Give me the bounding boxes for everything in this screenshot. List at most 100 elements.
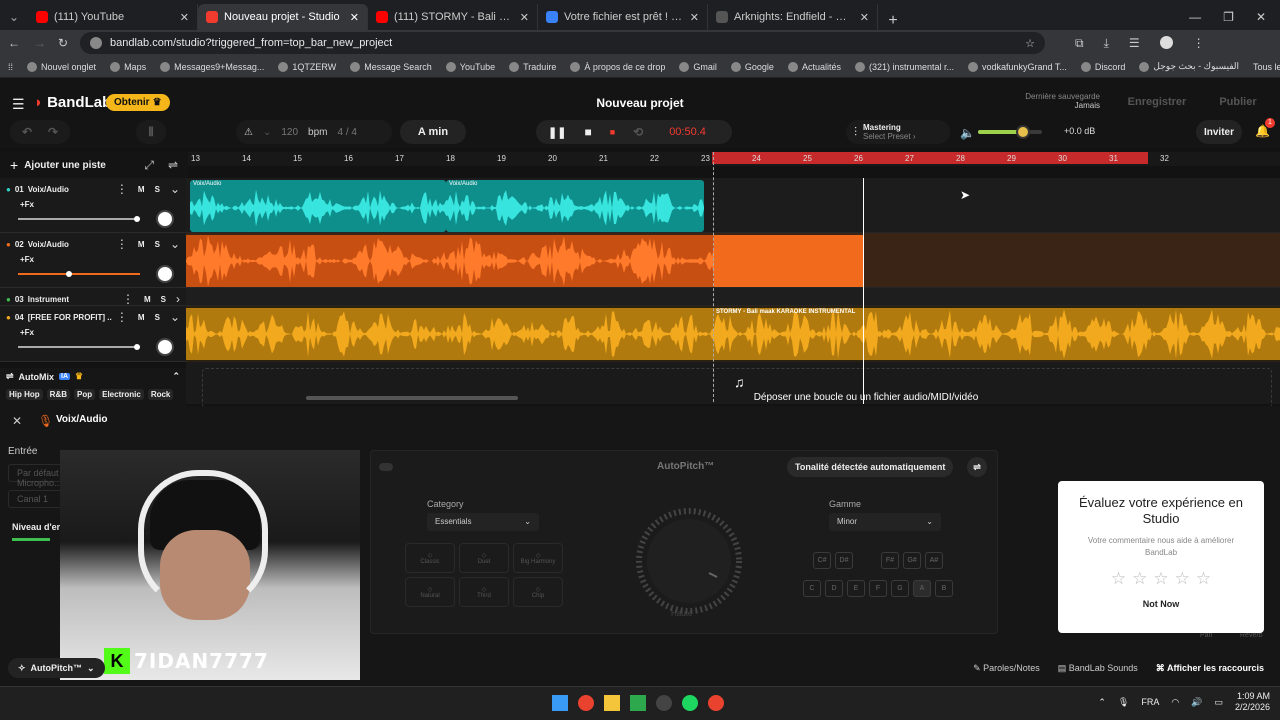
all-bookmarks-link[interactable]: Tous les favris — [1253, 62, 1280, 72]
tab-list-icon[interactable]: ⌄ — [0, 4, 28, 30]
mute-button[interactable]: M — [138, 313, 145, 322]
tab-close-icon[interactable]: ✕ — [520, 11, 529, 24]
track-name[interactable]: Voix/Audio — [28, 240, 112, 249]
back-icon[interactable]: ← — [8, 36, 20, 50]
site-info-icon[interactable] — [90, 37, 102, 49]
genre-chip[interactable]: Rock — [147, 389, 174, 400]
star-bookmark-icon[interactable]: ☆ — [1025, 37, 1035, 50]
media-icon[interactable]: ☰ — [1129, 36, 1140, 51]
tab-close-icon[interactable]: ✕ — [180, 11, 189, 24]
time-signature[interactable]: 4 / 4 — [338, 127, 357, 138]
solo-button[interactable]: S — [161, 295, 166, 304]
track-name[interactable]: Voix/Audio — [28, 185, 112, 194]
category-preset[interactable]: ◇ Natural — [405, 577, 455, 607]
fx-button[interactable]: +Fx — [0, 200, 186, 209]
solo-button[interactable]: S — [155, 313, 160, 322]
lyrics-button[interactable]: ✎ Paroles/Notes — [973, 663, 1040, 674]
track-menu-icon[interactable]: ⋮ — [116, 237, 128, 251]
expand-icon[interactable]: ⌄ — [170, 237, 180, 251]
genre-chip[interactable]: Pop — [74, 389, 96, 400]
track-header[interactable]: ● 01 Voix/Audio ⋮ M S ⌄ +Fx — [0, 178, 186, 233]
browser-tab[interactable]: Votre fichier est prêt ! - noTube ✕ — [538, 4, 708, 30]
bookmark-item[interactable]: Discord — [1080, 61, 1125, 72]
track-menu-icon[interactable]: ⋮ — [116, 310, 128, 324]
pitch-knob[interactable] — [633, 505, 745, 617]
category-preset[interactable]: ◇ Duet — [459, 543, 509, 573]
track-volume-slider[interactable] — [18, 216, 140, 222]
bookmark-item[interactable]: vodkafunkyGrand T... — [968, 61, 1067, 72]
scale-select[interactable]: Minor ⌄ — [829, 513, 941, 531]
close-icon[interactable]: ✕ — [1256, 10, 1266, 24]
recording-clip[interactable] — [714, 235, 864, 287]
expand-icon[interactable]: ⌄ — [170, 310, 180, 324]
tab-close-icon[interactable]: ✕ — [860, 11, 869, 24]
note-key[interactable]: G — [891, 580, 909, 597]
mic-tray-icon[interactable]: 🎙 — [1118, 697, 1129, 708]
expand-icon[interactable]: › — [176, 292, 180, 306]
track-menu-icon[interactable]: ⋮ — [116, 182, 128, 196]
bookmark-item[interactable]: YouTube — [445, 61, 495, 72]
battery-icon[interactable]: ▭ — [1214, 697, 1223, 708]
sharp-key[interactable]: C# — [813, 552, 831, 569]
app-icon[interactable] — [656, 695, 672, 711]
close-panel-icon[interactable]: ✕ — [12, 414, 22, 428]
browser-tab[interactable]: (111) YouTube ✕ — [28, 4, 198, 30]
clip-track1-b[interactable]: Voix/Audio — [446, 180, 704, 232]
category-preset[interactable]: ◇ Third — [459, 577, 509, 607]
pan-knob[interactable] — [156, 210, 174, 228]
clip-track2-a[interactable] — [186, 235, 714, 287]
chrome-icon[interactable] — [578, 695, 594, 711]
settings-sliders-icon[interactable]: ⇌ — [967, 457, 987, 477]
track-volume-slider[interactable] — [18, 271, 140, 277]
pause-icon[interactable]: ❚❚ — [548, 126, 566, 139]
star-icon[interactable]: ☆ — [1153, 569, 1168, 588]
file-explorer-icon[interactable] — [604, 695, 620, 711]
bookmark-item[interactable]: Message Search — [350, 61, 432, 72]
bookmark-item[interactable]: Traduire — [509, 61, 556, 72]
star-icon[interactable]: ☆ — [1132, 569, 1147, 588]
apps-icon[interactable]: ⁞⁞ — [8, 62, 13, 72]
footer-autopitch-button[interactable]: ✧ AutoPitch™ ⌄ — [8, 658, 105, 678]
redo-icon[interactable]: ↷ — [48, 125, 58, 139]
pan-knob[interactable] — [156, 338, 174, 356]
track-header[interactable]: ● 02 Voix/Audio ⋮ M S ⌄ +Fx — [0, 233, 186, 288]
restore-icon[interactable]: ❐ — [1223, 10, 1234, 24]
note-key[interactable]: C — [803, 580, 821, 597]
note-key[interactable]: A — [913, 580, 931, 597]
bookmark-item[interactable]: Maps — [110, 61, 146, 72]
not-now-button[interactable]: Not Now — [1058, 599, 1264, 609]
shortcuts-button[interactable]: ⌘ Afficher les raccourcis — [1156, 663, 1264, 674]
minimize-icon[interactable]: — — [1189, 10, 1201, 24]
genre-chip[interactable]: R&B — [46, 389, 71, 400]
publish-button[interactable]: Publier — [1204, 92, 1272, 112]
tray-arrow-icon[interactable]: ⌃ — [1098, 697, 1106, 708]
bookmark-item[interactable]: À propos de ce drop — [570, 61, 665, 72]
bookmark-item[interactable]: Google — [730, 61, 774, 72]
browser-tab[interactable]: Arknights: Endfield - Over the ✕ — [708, 4, 878, 30]
note-key[interactable]: E — [847, 580, 865, 597]
timeline-ruler[interactable]: 13 14 15 16 17 18 19 20 21 22 23 24 25 26 27 28 29 30 31 32 — [188, 152, 1280, 166]
wifi-icon[interactable]: ◠ — [1171, 697, 1179, 708]
pan-knob[interactable] — [156, 265, 174, 283]
chrome-icon[interactable] — [708, 695, 724, 711]
sharp-key[interactable]: D# — [835, 552, 853, 569]
track-menu-icon[interactable]: ⋮ — [122, 292, 134, 306]
bookmark-item[interactable]: 1QTZERW — [278, 61, 336, 72]
auto-detect-button[interactable]: Tonalité détectée automatiquement — [787, 457, 954, 477]
autopitch-toggle[interactable] — [379, 463, 393, 471]
sharp-key[interactable]: F# — [881, 552, 899, 569]
tab-close-icon[interactable]: ✕ — [350, 11, 359, 24]
spotify-icon[interactable] — [682, 695, 698, 711]
star-icon[interactable]: ☆ — [1175, 569, 1190, 588]
solo-button[interactable]: S — [155, 240, 160, 249]
slider-knob[interactable] — [134, 216, 140, 222]
collapse-icon[interactable]: ⌃ — [172, 371, 180, 382]
note-key[interactable]: F — [869, 580, 887, 597]
expand-icon[interactable]: ⌄ — [170, 182, 180, 196]
solo-button[interactable]: S — [155, 185, 160, 194]
clip-track1-a[interactable]: Voix/Audio — [190, 180, 446, 232]
sharp-key[interactable]: G# — [903, 552, 921, 569]
master-volume-slider[interactable] — [978, 125, 1042, 139]
loop-icon[interactable]: ⟲ — [633, 125, 643, 139]
track-name[interactable]: Instrument — [28, 295, 118, 304]
